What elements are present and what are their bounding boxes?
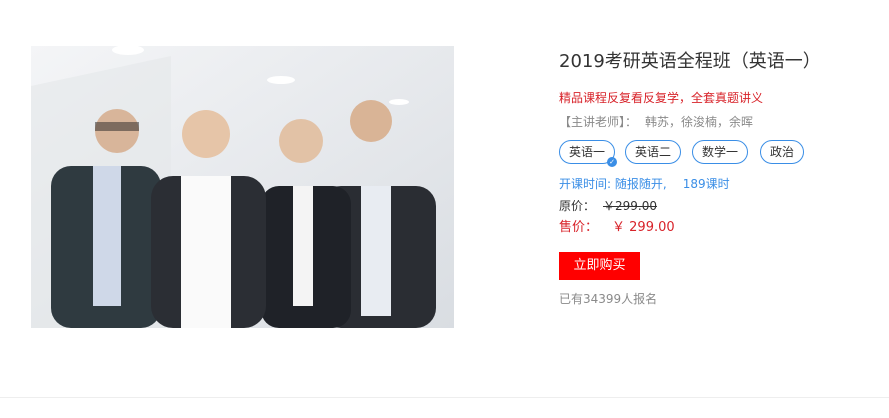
- schedule-text: 开课时间: 随报随开,: [559, 177, 667, 191]
- buy-now-button[interactable]: 立即购买: [559, 252, 640, 280]
- tag-politics[interactable]: 政治: [760, 140, 805, 164]
- original-price: ￥299.00: [603, 199, 658, 213]
- course-title: 2019考研英语全程班（英语一）: [559, 51, 821, 72]
- tag-label: 英语二: [635, 145, 672, 159]
- tag-label: 政治: [770, 145, 795, 159]
- sale-price-row: 售价： ￥ 299.00: [559, 219, 675, 237]
- teachers-row: 【主讲老师】： 韩苏，徐浚楠，余晖: [559, 114, 753, 130]
- teachers-names: 韩苏，徐浚楠，余晖: [645, 115, 754, 129]
- teachers-label: 【主讲老师】：: [559, 115, 638, 129]
- course-hours: 189课时: [682, 177, 730, 191]
- course-cover-image: [31, 46, 454, 328]
- tag-math-1[interactable]: 数学一: [692, 140, 749, 164]
- tag-english-1[interactable]: 英语一 ✓: [559, 140, 618, 167]
- tag-label: 英语一: [569, 145, 606, 159]
- divider: [0, 397, 889, 398]
- sale-price-label: 售价：: [559, 220, 599, 235]
- course-subtitle: 精品课程反复看反复学，全套真题讲义: [559, 91, 764, 105]
- original-price-row: 原价： ￥299.00: [559, 198, 657, 214]
- tag-label: 数学一: [702, 145, 739, 159]
- schedule-row: 开课时间: 随报随开, 189课时: [559, 176, 730, 192]
- tag-english-2[interactable]: 英语二: [625, 140, 682, 164]
- enrolled-count: 已有34399人报名: [559, 292, 658, 306]
- sale-price: ￥ 299.00: [612, 220, 675, 235]
- original-price-label: 原价：: [559, 199, 596, 213]
- check-icon: ✓: [607, 157, 618, 167]
